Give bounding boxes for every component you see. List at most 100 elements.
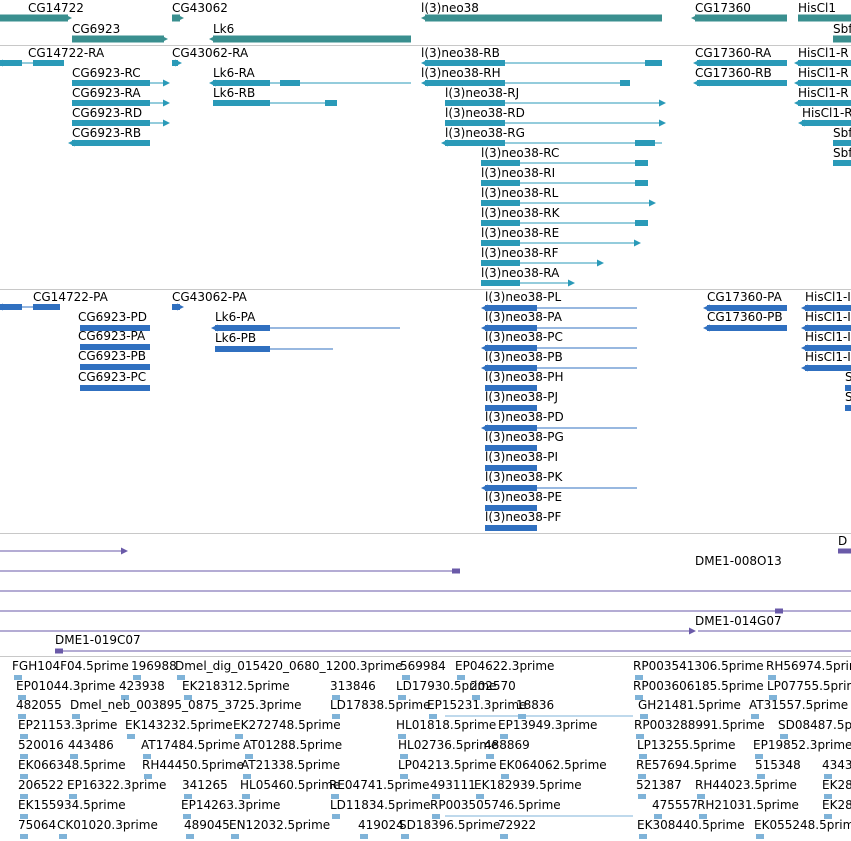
transcript-exon[interactable]: [213, 100, 270, 106]
gene-Lk6-exon[interactable]: [213, 35, 411, 43]
protein-label: HisCl1-I: [805, 350, 851, 364]
transcript-exon[interactable]: [481, 280, 520, 286]
protein-arrow[interactable]: [801, 364, 808, 372]
transcript-arrow[interactable]: [163, 79, 170, 87]
est-label: 341265: [182, 778, 228, 792]
est-label: EK272748.5prime: [233, 718, 341, 732]
transcript-exon[interactable]: [635, 180, 648, 186]
transcript-exon[interactable]: [833, 160, 851, 166]
est-label: Dmel_dig_015420_0680_1200.3prime: [175, 659, 403, 673]
est-label: RH44023.5prime: [695, 778, 797, 792]
transcript-exon[interactable]: [325, 100, 337, 106]
clone-exon[interactable]: [452, 568, 460, 574]
transcript-label: Lk6-RA: [213, 66, 255, 80]
transcript-label: l(3)neo38-RB: [421, 46, 500, 60]
transcript-arrow[interactable]: [634, 239, 641, 247]
transcript-exon[interactable]: [697, 80, 787, 86]
est-label: EK218312.5prime: [182, 679, 290, 693]
est-feature[interactable]: [59, 834, 67, 839]
est-label: EK066348.5prime: [18, 758, 126, 772]
protein-exon[interactable]: [485, 525, 537, 531]
clone-arrow[interactable]: [121, 547, 128, 555]
transcript-arrow[interactable]: [659, 99, 666, 107]
est-label: RE57694.5prime: [636, 758, 737, 772]
transcript-arrow[interactable]: [649, 199, 656, 207]
transcript-arrow[interactable]: [175, 59, 182, 67]
transcript-label: HisCl1-R: [798, 66, 849, 80]
protein-exon[interactable]: [33, 304, 60, 310]
est-label: EK143232.5prime: [125, 718, 233, 732]
protein-label: CG6923-PD: [78, 310, 148, 324]
est-feature[interactable]: [332, 814, 340, 819]
est-feature[interactable]: [360, 834, 368, 839]
transcript-exon[interactable]: [33, 60, 64, 66]
transcript-arrow[interactable]: [421, 79, 428, 87]
transcript-arrow[interactable]: [659, 119, 666, 127]
est-feature[interactable]: [20, 834, 28, 839]
clone-label: D: [838, 534, 848, 548]
transcript-arrow[interactable]: [798, 119, 805, 127]
protein-exon[interactable]: [215, 346, 270, 352]
est-feature[interactable]: [639, 834, 647, 839]
transcript-exon[interactable]: [280, 80, 300, 86]
gene-label: Sbf: [833, 22, 851, 36]
est-label: 196988: [131, 659, 177, 673]
transcript-arrow[interactable]: [163, 119, 170, 127]
gene-label: CG43062: [172, 1, 228, 15]
est-feature[interactable]: [638, 794, 646, 799]
transcript-exon[interactable]: [635, 220, 648, 226]
protein-arrow[interactable]: [703, 324, 710, 332]
gene-lneo38-arrow[interactable]: [421, 14, 428, 22]
gene-lneo38-exon[interactable]: [425, 14, 662, 22]
gene-Lk6-arrow[interactable]: [209, 35, 216, 43]
gene-CG43062-arrow[interactable]: [177, 14, 184, 22]
transcript-exon[interactable]: [620, 80, 630, 86]
est-feature[interactable]: [500, 834, 508, 839]
protein-label: CG17360-PB: [707, 310, 783, 324]
transcript-arrow[interactable]: [163, 99, 170, 107]
transcript-arrow[interactable]: [568, 279, 575, 287]
gene-CG6923-arrow[interactable]: [161, 35, 168, 43]
gene-CG14722-exon[interactable]: [0, 14, 68, 22]
transcript-label: l(3)neo38-RJ: [445, 86, 520, 100]
clone-exon[interactable]: [838, 548, 851, 554]
transcript-arrow[interactable]: [68, 139, 75, 147]
transcript-exon[interactable]: [635, 160, 648, 166]
est-feature[interactable]: [127, 734, 135, 739]
transcript-arrow[interactable]: [441, 139, 448, 147]
protein-exon[interactable]: [845, 405, 851, 411]
protein-arrow[interactable]: [177, 303, 184, 311]
clone-arrow[interactable]: [689, 627, 696, 635]
transcript-arrow[interactable]: [597, 259, 604, 267]
transcript-exon[interactable]: [72, 140, 150, 146]
est-label: EP19852.3prime: [753, 738, 851, 752]
est-feature[interactable]: [231, 834, 239, 839]
clone-exon[interactable]: [55, 648, 63, 654]
protein-exon[interactable]: [707, 325, 787, 331]
est-feature[interactable]: [756, 834, 764, 839]
transcript-arrow[interactable]: [794, 99, 801, 107]
est-label: EP13949.3prime: [498, 718, 598, 732]
gene-Sbf-exon[interactable]: [833, 35, 851, 43]
transcript-exon[interactable]: [0, 60, 22, 66]
transcript-label: Sbf: [833, 146, 851, 160]
gene-CG6923-exon[interactable]: [72, 35, 164, 43]
protein-exon[interactable]: [0, 304, 22, 310]
protein-exon[interactable]: [80, 385, 150, 391]
est-label: EK182939.5prime: [474, 778, 582, 792]
gene-CG17360-arrow[interactable]: [691, 14, 698, 22]
est-label: GH21481.5prime: [638, 698, 741, 712]
gene-CG14722-arrow[interactable]: [65, 14, 72, 22]
gene-CG17360-exon[interactable]: [695, 14, 787, 22]
transcript-arrow[interactable]: [693, 79, 700, 87]
est-feature[interactable]: [186, 834, 194, 839]
est-label: 4343: [822, 758, 851, 772]
protein-label: CG43062-PA: [172, 290, 247, 304]
gene-HisCl1-exon[interactable]: [798, 14, 851, 22]
est-label: AT21338.5prime: [241, 758, 341, 772]
transcript-exon[interactable]: [645, 60, 662, 66]
est-label: EK308440.5prime: [637, 818, 745, 832]
transcript-exon[interactable]: [635, 140, 655, 146]
est-feature[interactable]: [401, 834, 409, 839]
clone-exon[interactable]: [775, 608, 783, 614]
